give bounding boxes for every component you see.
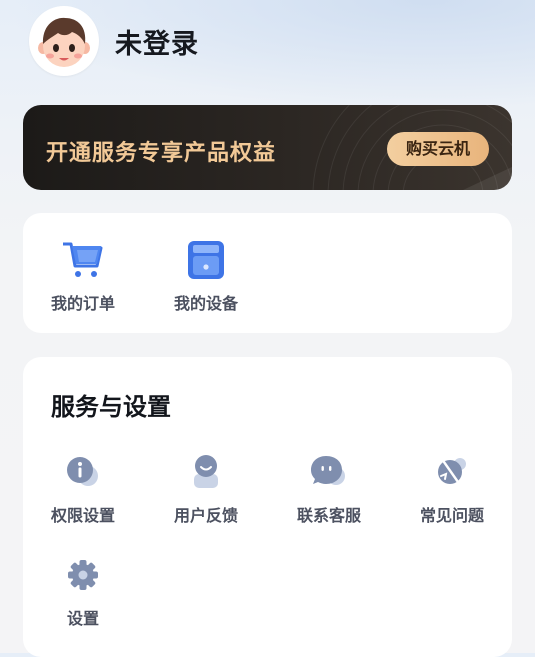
- contact-support-tile[interactable]: 联系客服: [279, 452, 379, 526]
- quick-actions-card: 我的订单 我的设备: [23, 213, 512, 333]
- feedback-person-icon: [186, 452, 226, 492]
- login-status[interactable]: 未登录: [115, 22, 199, 61]
- info-icon: [63, 452, 103, 492]
- faq-tile[interactable]: 常见问题: [402, 452, 502, 526]
- settings-label: 设置: [66, 609, 99, 628]
- faq-label: 常见问题: [419, 506, 484, 525]
- chat-bubble-icon: [309, 452, 349, 492]
- my-orders-label: 我的订单: [50, 294, 115, 313]
- section-title: 服务与设置: [51, 393, 171, 421]
- my-devices-tile[interactable]: 我的设备: [156, 240, 256, 314]
- avatar[interactable]: [29, 6, 99, 76]
- contact-support-label: 联系客服: [296, 506, 361, 525]
- my-devices-label: 我的设备: [173, 294, 238, 313]
- device-box-icon: [186, 240, 226, 280]
- permission-settings-label: 权限设置: [50, 506, 115, 525]
- user-feedback-tile[interactable]: 用户反馈: [156, 452, 256, 526]
- buy-cloud-phone-button[interactable]: 购买云机: [387, 132, 489, 166]
- banner-text: 开通服务专享产品权益: [46, 141, 277, 166]
- membership-banner[interactable]: 开通服务专享产品权益 购买云机: [23, 105, 512, 190]
- settings-tile[interactable]: 设置: [33, 555, 133, 629]
- cart-icon: [63, 240, 103, 280]
- my-orders-tile[interactable]: 我的订单: [33, 240, 133, 314]
- services-settings-card: 服务与设置 权限设置 用户反馈 联系客服 常见问题 设置: [23, 357, 512, 657]
- user-feedback-label: 用户反馈: [173, 506, 238, 525]
- question-icon: [432, 452, 472, 492]
- avatar-face-icon: [38, 17, 90, 67]
- gear-icon: [63, 555, 103, 595]
- permission-settings-tile[interactable]: 权限设置: [33, 452, 133, 526]
